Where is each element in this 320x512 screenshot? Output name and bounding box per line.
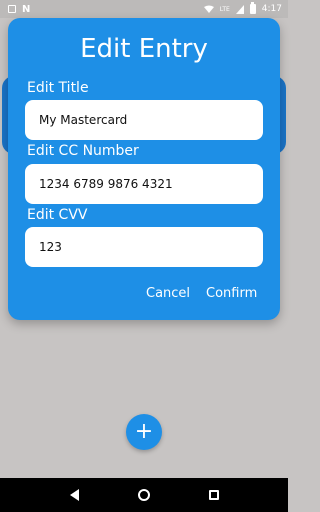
network-type-label: LTE (219, 5, 230, 13)
n-app-icon: N (22, 3, 31, 15)
clock: 4:17 (261, 4, 282, 14)
wifi-icon (203, 5, 214, 13)
dialog-title: Edit Entry (80, 34, 208, 64)
edit-cvv-input[interactable]: 123 (25, 227, 263, 267)
edit-entry-dialog: Edit Entry Edit Title My Mastercard Edit… (8, 18, 280, 320)
edit-title-value: My Mastercard (39, 113, 128, 127)
battery-icon (249, 2, 256, 14)
edit-title-label: Edit Title (27, 80, 89, 96)
notification-icon (8, 5, 16, 13)
confirm-button[interactable]: Confirm (206, 286, 257, 301)
signal-icon (235, 4, 244, 14)
plus-icon: + (134, 419, 154, 444)
edit-cvv-label: Edit CVV (27, 207, 88, 223)
status-bar: N LTE 4:17 (0, 0, 288, 18)
edit-title-input[interactable]: My Mastercard (25, 100, 263, 140)
cancel-button[interactable]: Cancel (146, 286, 190, 301)
edit-cc-number-value: 1234 6789 9876 4321 (39, 177, 173, 191)
edit-cc-number-label: Edit CC Number (27, 143, 139, 159)
recents-icon[interactable] (208, 490, 219, 500)
home-icon[interactable] (137, 489, 150, 501)
navigation-bar (0, 478, 288, 512)
edit-cc-number-input[interactable]: 1234 6789 9876 4321 (25, 164, 263, 204)
edit-cvv-value: 123 (39, 240, 62, 254)
back-icon[interactable] (69, 489, 79, 501)
add-entry-button[interactable]: + (126, 414, 162, 450)
